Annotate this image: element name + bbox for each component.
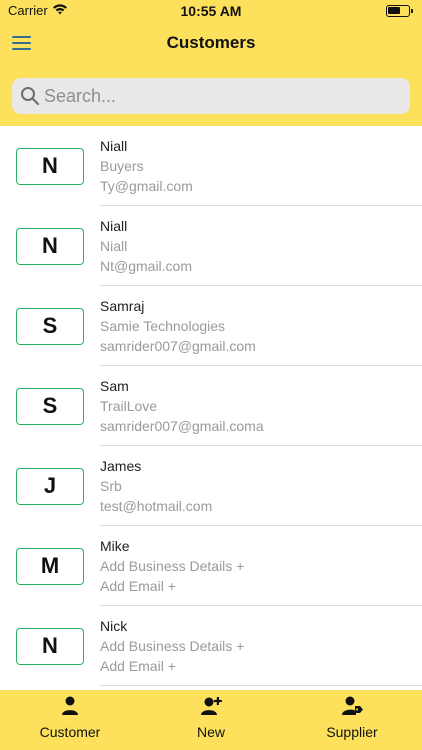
person-icon bbox=[62, 696, 78, 715]
add-email-link[interactable]: Add Email + bbox=[100, 658, 176, 674]
customer-initial-badge: N bbox=[16, 628, 84, 665]
page-title: Customers bbox=[166, 33, 256, 52]
add-business-details-link[interactable]: Add Business Details + bbox=[100, 558, 244, 574]
customer-row[interactable]: S Sam TrailLove samrider007@gmail.coma bbox=[0, 366, 422, 446]
person-add-icon bbox=[201, 697, 222, 715]
customer-name: Sam bbox=[100, 378, 129, 394]
person-tag-icon bbox=[342, 696, 363, 715]
tab-supplier-label: Supplier bbox=[326, 724, 378, 740]
search-bar[interactable] bbox=[12, 78, 410, 114]
customer-name: Mike bbox=[100, 538, 130, 554]
customer-initial-badge: M bbox=[16, 548, 84, 585]
customer-email: Ty@gmail.com bbox=[100, 178, 193, 194]
customer-business: Srb bbox=[100, 478, 122, 494]
customer-row[interactable]: S Samraj Samie Technologies samrider007@… bbox=[0, 286, 422, 366]
customer-row[interactable]: N Nick Add Business Details + Add Email … bbox=[0, 606, 422, 686]
customer-initial-badge: N bbox=[16, 228, 84, 265]
tab-new-label: New bbox=[196, 724, 225, 740]
customer-name: Niall bbox=[100, 138, 128, 154]
customer-name: Nick bbox=[100, 618, 128, 634]
tab-customer[interactable]: Customer bbox=[0, 690, 140, 750]
customer-initial-badge: N bbox=[16, 148, 84, 185]
tab-customer-label: Customer bbox=[39, 724, 101, 740]
search-icon bbox=[21, 87, 40, 106]
customer-row[interactable]: N Niall Buyers Ty@gmail.com bbox=[0, 126, 422, 206]
customer-email: Nt@gmail.com bbox=[100, 258, 193, 274]
search-input[interactable] bbox=[44, 78, 404, 114]
tab-new[interactable]: New bbox=[141, 690, 281, 750]
customer-name: James bbox=[100, 458, 142, 474]
customer-row[interactable]: J James Srb test@hotmail.com bbox=[0, 446, 422, 526]
customer-row[interactable]: N Niall Niall Nt@gmail.com bbox=[0, 206, 422, 286]
customer-initial-badge: S bbox=[16, 308, 84, 345]
customer-email: test@hotmail.com bbox=[100, 498, 213, 514]
customer-name: Niall bbox=[100, 218, 128, 234]
add-business-details-link[interactable]: Add Business Details + bbox=[100, 638, 244, 654]
status-bar: Carrier 10:55 AM bbox=[0, 0, 422, 22]
header-bar: Carrier 10:55 AM Customers bbox=[0, 0, 422, 126]
bottom-tab-bar: Customer New Supplier bbox=[0, 690, 422, 750]
customer-name: Samraj bbox=[100, 298, 145, 314]
customer-email: samrider007@gmail.com bbox=[100, 338, 256, 354]
status-time: 10:55 AM bbox=[180, 3, 242, 19]
customer-business: TrailLove bbox=[100, 398, 158, 414]
customer-initial-badge: J bbox=[16, 468, 84, 505]
battery-icon bbox=[386, 5, 413, 17]
customer-business: Samie Technologies bbox=[100, 318, 226, 334]
customer-email: samrider007@gmail.coma bbox=[100, 418, 264, 434]
row-divider bbox=[100, 685, 422, 686]
customer-business: Buyers bbox=[100, 158, 144, 174]
customer-list: N Niall Buyers Ty@gmail.com N Niall Nial… bbox=[0, 126, 422, 690]
customer-row[interactable]: M Mike Add Business Details + Add Email … bbox=[0, 526, 422, 606]
tab-supplier[interactable]: Supplier bbox=[282, 690, 422, 750]
add-email-link[interactable]: Add Email + bbox=[100, 578, 176, 594]
customer-initial-badge: S bbox=[16, 388, 84, 425]
customer-business: Niall bbox=[100, 238, 128, 254]
